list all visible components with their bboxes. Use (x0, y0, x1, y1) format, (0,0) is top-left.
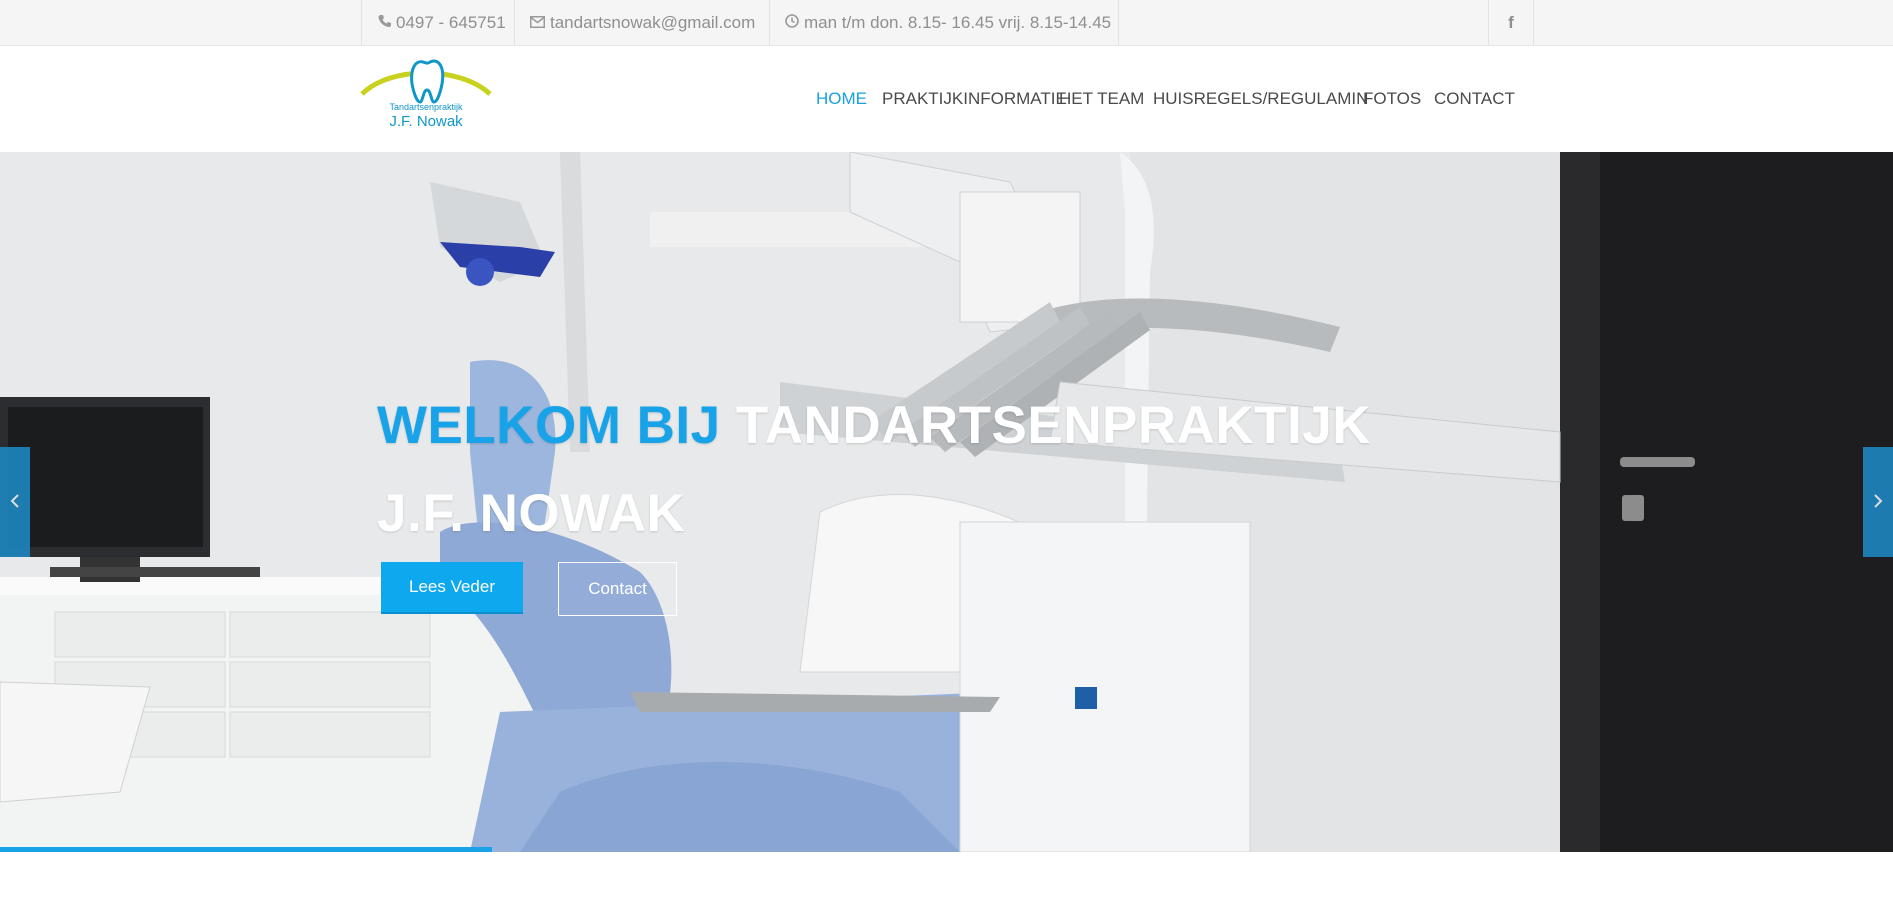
facebook-icon: f (1508, 12, 1514, 32)
contact-button[interactable]: Contact (558, 562, 677, 616)
logo-line1: Tandartsenpraktijk (389, 102, 463, 112)
top-bar: 0497 - 645751 tandartsnowak@gmail.com ma… (0, 0, 1893, 46)
nav-het-team[interactable]: HET TEAM (1059, 89, 1144, 109)
nav-fotos[interactable]: FOTOS (1363, 89, 1421, 109)
site-logo[interactable]: Tandartsenpraktijk J.F. Nowak (360, 56, 495, 131)
hero-title: WELKOM BIJ TANDARTSENPRAKTIJK J.F. NOWAK (377, 382, 1371, 558)
main-header: Tandartsenpraktijk J.F. Nowak HOME PRAKT… (0, 46, 1893, 152)
hero-title-blue: WELKOM BIJ (377, 396, 721, 455)
hero-title-white-1: TANDARTSENPRAKTIJK (735, 396, 1372, 455)
slider-next-button[interactable] (1863, 447, 1893, 557)
topbar-hours: man t/m don. 8.15- 16.45 vrij. 8.15-14.4… (769, 0, 1119, 45)
slide-progress-bar (0, 847, 493, 852)
hero-title-white-2: J.F. NOWAK (377, 484, 686, 543)
topbar-email[interactable]: tandartsnowak@gmail.com (514, 0, 769, 45)
facebook-link[interactable]: f (1488, 0, 1534, 45)
envelope-icon (530, 13, 545, 33)
phone-icon (378, 13, 391, 33)
nav-praktijkinformatie[interactable]: PRAKTIJKINFORMATIE (882, 89, 1067, 109)
hero-slider: WELKOM BIJ TANDARTSENPRAKTIJK J.F. NOWAK… (0, 152, 1893, 852)
nav-home[interactable]: HOME (816, 89, 867, 109)
logo-line2: J.F. Nowak (389, 113, 463, 130)
slider-prev-button[interactable] (0, 447, 30, 557)
read-more-button[interactable]: Lees Veder (381, 562, 523, 614)
nav-huisregels[interactable]: HUISREGELS/REGULAMIN (1153, 89, 1368, 109)
topbar-phone[interactable]: 0497 - 645751 (361, 0, 513, 45)
chevron-right-icon (1873, 489, 1883, 515)
clock-icon (785, 13, 799, 33)
chevron-left-icon (10, 489, 20, 515)
phone-number: 0497 - 645751 (396, 12, 506, 32)
opening-hours: man t/m don. 8.15- 16.45 vrij. 8.15-14.4… (804, 12, 1112, 32)
nav-contact[interactable]: CONTACT (1434, 89, 1515, 109)
email-address: tandartsnowak@gmail.com (550, 12, 756, 32)
